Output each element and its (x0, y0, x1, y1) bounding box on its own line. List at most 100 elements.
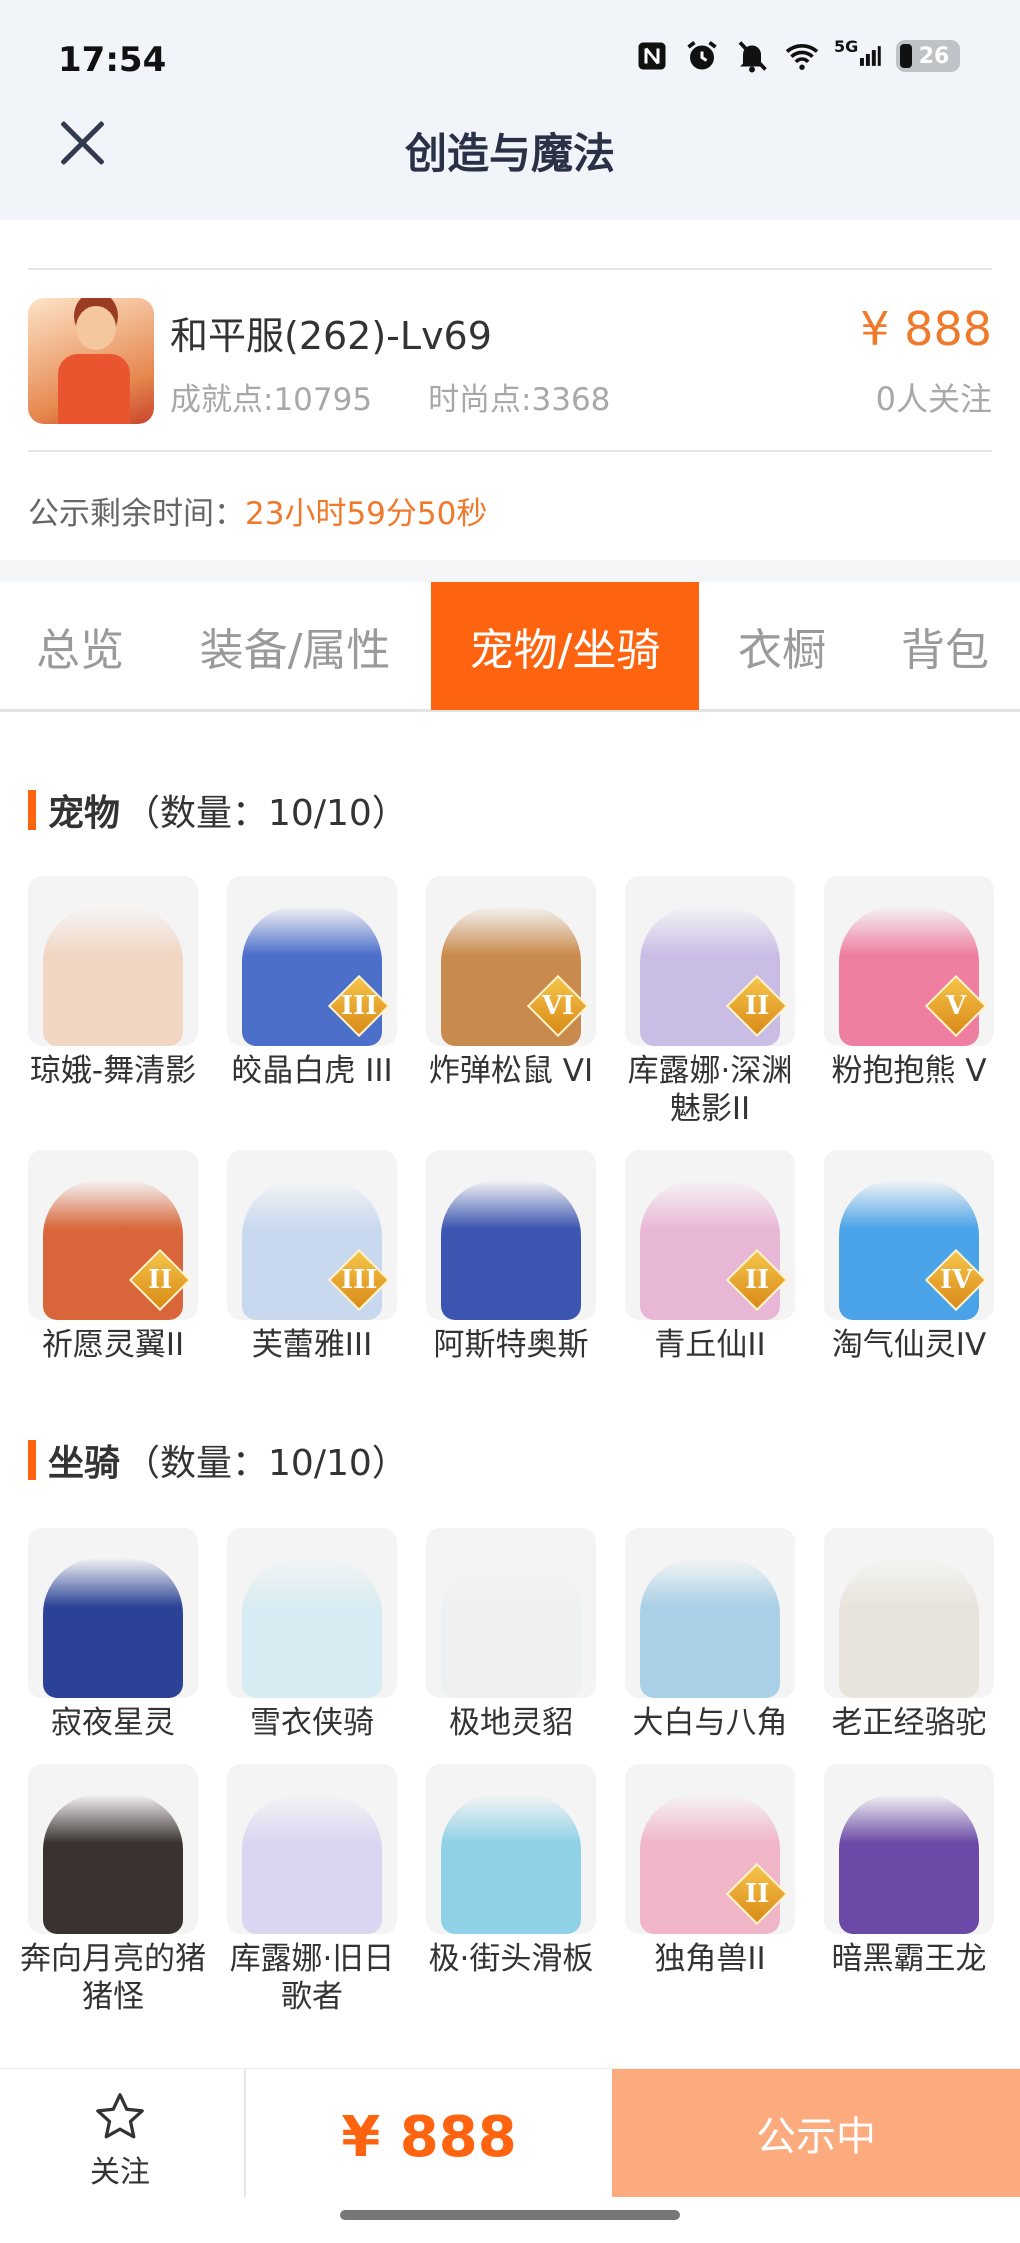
countdown-label: 公示剩余时间： (28, 496, 245, 532)
pet-card[interactable]: III 皎晶白虎 III (227, 876, 397, 1128)
pet-image (43, 906, 183, 1046)
rank-label: VI (541, 991, 575, 1021)
mount-name: 极·街头滑板 (428, 1941, 594, 1977)
pet-card[interactable]: IV 淘气仙灵IV (824, 1150, 994, 1364)
mount-card[interactable]: 老正经骆驼 (824, 1528, 994, 1742)
mount-card[interactable]: 暗黑霸王龙 (824, 1764, 994, 2016)
mount-name: 暗黑霸王龙 (831, 1941, 987, 1977)
rank-label: IV (939, 1265, 973, 1295)
mounts-title: 坐骑 (48, 1443, 121, 1484)
pets-count: （数量：10/10） (124, 793, 408, 834)
mount-image (43, 1558, 183, 1698)
rank-label: II (744, 1264, 770, 1295)
status-time: 17:54 (58, 40, 167, 80)
mount-card[interactable]: 极地灵貂 (426, 1528, 596, 1742)
achievement-points: 成就点:10795 (170, 382, 373, 418)
pets-title: 宠物 (48, 793, 121, 834)
tab-equipment[interactable]: 装备/属性 (180, 582, 410, 710)
mount-name: 库露娜·旧日歌者 (229, 1941, 395, 2015)
countdown: 公示剩余时间：23小时59分50秒 (28, 488, 487, 533)
mount-card[interactable]: 库露娜·旧日歌者 (227, 1764, 397, 2016)
pet-thumbnail (28, 876, 198, 1046)
pet-card[interactable]: II 祈愿灵翼II (28, 1150, 198, 1364)
pet-image (441, 1180, 581, 1320)
pet-name: 炸弹松鼠 VI (428, 1053, 594, 1089)
nfc-icon (634, 38, 670, 74)
character-stats: 成就点:10795 时尚点:3368 (170, 374, 610, 419)
pet-thumbnail: V (824, 876, 994, 1046)
mount-image (441, 1558, 581, 1698)
pet-card[interactable]: II 库露娜·深渊魅影II (625, 876, 795, 1128)
pet-thumbnail: III (227, 1150, 397, 1320)
section-marker (28, 790, 36, 830)
pet-name: 琼娥-舞清影 (29, 1053, 197, 1089)
mount-thumbnail (824, 1528, 994, 1698)
tab-wardrobe[interactable]: 衣橱 (712, 582, 852, 710)
follow-label: 关注 (90, 2155, 150, 2190)
pet-name: 祈愿灵翼II (41, 1327, 185, 1363)
mount-image (242, 1794, 382, 1934)
mount-image (441, 1794, 581, 1934)
tab-backpack[interactable]: 背包 (870, 582, 1020, 710)
mount-card[interactable]: 大白与八角 (625, 1528, 795, 1742)
mount-thumbnail: II (625, 1764, 795, 1934)
pet-name: 青丘仙II (654, 1327, 766, 1363)
tab-bar: 总览 装备/属性 宠物/坐骑 衣橱 背包 (0, 582, 1020, 712)
tab-overview[interactable]: 总览 (0, 582, 160, 710)
pet-thumbnail: IV (824, 1150, 994, 1320)
mount-image (839, 1558, 979, 1698)
mount-name: 奔向月亮的猪猪怪 (20, 1941, 206, 2015)
pet-card[interactable]: III 芙蕾雅III (227, 1150, 397, 1364)
mount-image (43, 1794, 183, 1934)
home-indicator[interactable] (340, 2210, 680, 2220)
pets-section-title: 宠物 （数量：10/10） (28, 784, 408, 836)
mount-name: 独角兽II (654, 1941, 766, 1977)
pet-thumbnail: II (625, 876, 795, 1046)
character-avatar[interactable] (28, 298, 154, 424)
mounts-count: （数量：10/10） (124, 1443, 408, 1484)
section-spacer (0, 560, 1020, 582)
pet-card[interactable]: 阿斯特奥斯 (426, 1150, 596, 1364)
pet-card[interactable]: II 青丘仙II (625, 1150, 795, 1364)
pet-name: 库露娜·深渊魅影II (627, 1053, 793, 1127)
mute-bell-icon (734, 38, 770, 74)
mount-thumbnail (28, 1528, 198, 1698)
mount-image (242, 1558, 382, 1698)
mount-card[interactable]: 奔向月亮的猪猪怪 (20, 1764, 206, 2016)
mount-card[interactable]: 寂夜星灵 (28, 1528, 198, 1742)
pets-grid: 琼娥-舞清影 III 皎晶白虎 III VI 炸弹松鼠 VI II 库露娜·深渊魅影II V 粉… (28, 876, 998, 1364)
rank-label: III (340, 991, 378, 1021)
bottom-price: ¥ 888 (341, 2105, 517, 2170)
mount-name: 雪衣侠骑 (250, 1705, 374, 1741)
pet-card[interactable]: V 粉抱抱熊 V (824, 876, 994, 1128)
follow-button[interactable]: 关注 (60, 2089, 180, 2191)
mount-card[interactable]: 雪衣侠骑 (227, 1528, 397, 1742)
mount-name: 大白与八角 (632, 1705, 788, 1741)
mount-thumbnail (824, 1764, 994, 1934)
mount-thumbnail (227, 1528, 397, 1698)
alarm-icon (684, 38, 720, 74)
star-icon (96, 2093, 144, 2139)
mount-card[interactable]: II 独角兽II (625, 1764, 795, 2016)
section-marker (28, 1440, 36, 1480)
rank-label: II (147, 1264, 173, 1295)
mount-card[interactable]: 极·街头滑板 (426, 1764, 596, 2016)
network-type: 5G (834, 36, 859, 56)
pet-thumbnail (426, 1150, 596, 1320)
wifi-icon (784, 38, 820, 74)
fashion-points: 时尚点:3368 (428, 382, 611, 418)
pet-card[interactable]: VI 炸弹松鼠 VI (426, 876, 596, 1128)
pet-name: 阿斯特奥斯 (433, 1327, 589, 1363)
mounts-grid: 寂夜星灵 雪衣侠骑 极地灵貂 大白与八角 老正经骆驼奔向月亮的猪猪怪 库露娜·旧日歌者 极·… (20, 1528, 998, 2016)
pet-thumbnail: VI (426, 876, 596, 1046)
follower-count: 0人关注 (875, 380, 992, 418)
mount-name: 极地灵貂 (449, 1705, 573, 1741)
top-bar: 17:54 5G 26 创造与魔法 (0, 0, 1020, 220)
public-status-button[interactable]: 公示中 (612, 2069, 1020, 2197)
mount-thumbnail (426, 1764, 596, 1934)
pet-card[interactable]: 琼娥-舞清影 (28, 876, 198, 1128)
pet-name: 芙蕾雅III (251, 1327, 373, 1363)
tab-pets-mounts[interactable]: 宠物/坐骑 (431, 582, 699, 710)
rank-label: V (945, 991, 967, 1021)
mount-name: 老正经骆驼 (831, 1705, 987, 1741)
